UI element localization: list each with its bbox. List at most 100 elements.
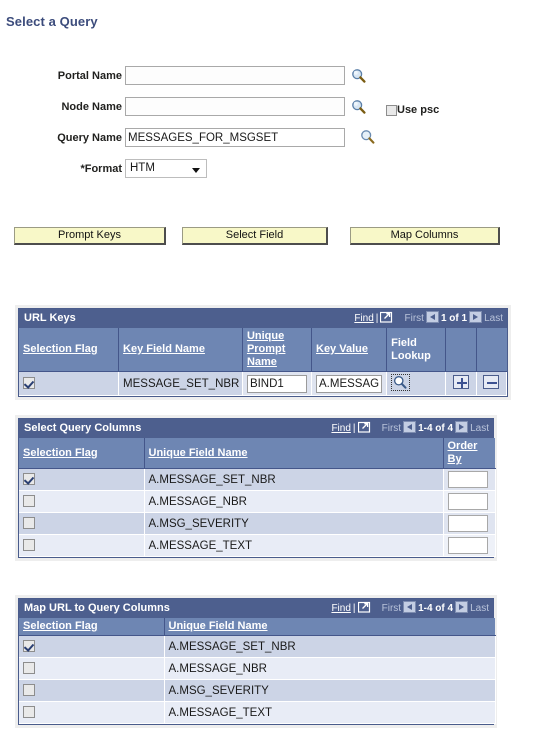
map-url-row2-selection-checkbox[interactable] (23, 684, 35, 697)
url-keys-next-arrow-icon[interactable] (469, 311, 483, 323)
sqc-col-selection-flag[interactable]: Selection Flag (19, 438, 145, 469)
table-row: MESSAGE_SET_NBR (19, 371, 508, 396)
map-url-grid-nav: Find | First 1-4 of 4 Last (331, 601, 489, 616)
sqc-row0-order-by-input[interactable] (447, 471, 488, 488)
map-url-row0-selection-cell (19, 635, 165, 658)
url-keys-nav-separator: | (375, 313, 379, 324)
map-url-row3-selection-checkbox[interactable] (23, 706, 35, 719)
select-query-columns-body: A.MESSAGE_SET_NBR A.MESSAGE_NBR A.MSG_SEVE… (19, 468, 496, 557)
node-name-row: Node Name (0, 97, 538, 128)
portal-name-lookup-magnifier-icon[interactable] (351, 68, 366, 83)
url-keys-grid-nav: Find | First 1 of 1 Last (354, 311, 503, 326)
node-name-input[interactable] (125, 97, 345, 116)
sqc-row1-selection-checkbox[interactable] (23, 495, 35, 508)
map-url-prev-arrow-icon[interactable] (403, 601, 417, 613)
map-url-row1-selection-cell (19, 657, 165, 680)
map-url-table: Selection Flag Unique Field Name A.MESSA… (19, 618, 496, 724)
table-row: A.MESSAGE_TEXT (19, 534, 496, 557)
node-name-label: Node Name (61, 101, 122, 113)
select-query-columns-find-link[interactable]: Find (331, 423, 350, 434)
sqc-row2-order-by-input[interactable] (447, 515, 488, 532)
map-url-row3-unique-field-name: A.MESSAGE_TEXT (164, 701, 496, 724)
sqc-row2-selection-checkbox[interactable] (23, 517, 35, 530)
map-url-range: 1-4 of 4 (418, 603, 454, 614)
select-query-columns-grid-title: Select Query Columns (24, 422, 142, 434)
sqc-row3-order-by-input[interactable] (447, 537, 488, 554)
select-query-columns-first-label[interactable]: First (382, 423, 401, 434)
url-keys-col-key-value[interactable]: Key Value (311, 328, 388, 372)
url-keys-row0-selection-checkbox[interactable] (23, 377, 35, 390)
sqc-row3-order-by-cell (443, 534, 496, 557)
map-url-grid-title: Map URL to Query Columns (24, 602, 170, 614)
format-select[interactable]: HTM (125, 159, 207, 178)
sqc-row0-order-by-cell (443, 468, 496, 491)
select-query-columns-prev-arrow-icon[interactable] (403, 421, 417, 433)
url-keys-grid-title: URL Keys (24, 312, 76, 324)
map-url-expand-icon[interactable] (357, 601, 371, 613)
url-keys-col-field-lookup: Field Lookup (386, 328, 447, 372)
url-keys-first-label[interactable]: First (405, 313, 424, 324)
url-keys-row0-field-lookup-focus[interactable] (391, 374, 411, 391)
url-keys-row0-key-field-name: MESSAGE_SET_NBR (118, 371, 243, 396)
select-query-columns-nav-separator: | (352, 423, 356, 434)
sqc-row3-selection-checkbox[interactable] (23, 539, 35, 552)
url-keys-header-row: Selection Flag Key Field Name Unique Pro… (19, 328, 507, 372)
url-keys-last-label[interactable]: Last (484, 313, 503, 324)
url-keys-table: Selection Flag Key Field Name Unique Pro… (19, 328, 508, 396)
map-columns-button[interactable]: Map Columns (350, 227, 500, 245)
portal-name-row: Portal Name (0, 66, 538, 97)
sqc-row1-order-by-input[interactable] (447, 493, 488, 510)
map-url-last-label[interactable]: Last (470, 603, 489, 614)
sqc-row1-unique-field-name: A.MESSAGE_NBR (144, 490, 444, 513)
map-url-row2-unique-field-name: A.MSG_SEVERITY (164, 679, 496, 702)
select-query-columns-last-label[interactable]: Last (470, 423, 489, 434)
map-url-next-arrow-icon[interactable] (455, 601, 469, 613)
format-label-wrap: *Format (0, 159, 122, 181)
node-name-lookup-magnifier-icon[interactable] (351, 99, 366, 114)
url-keys-row0-field-lookup-magnifier-icon[interactable] (393, 375, 408, 390)
url-keys-col-delete (476, 328, 507, 372)
url-keys-col-unique-prompt-name[interactable]: Unique Prompt Name (242, 328, 313, 372)
query-name-lookup-magnifier-icon[interactable] (360, 129, 375, 144)
select-query-columns-table: Selection Flag Unique Field Name Order B… (19, 438, 496, 557)
table-row: A.MESSAGE_NBR (19, 657, 496, 680)
url-keys-col-selection-flag[interactable]: Selection Flag (19, 328, 120, 372)
select-field-button[interactable]: Select Field (182, 227, 328, 245)
portal-name-input[interactable] (125, 66, 345, 85)
select-query-columns-expand-icon[interactable] (357, 421, 371, 433)
query-name-input[interactable] (125, 128, 345, 147)
map-url-first-label[interactable]: First (382, 603, 401, 614)
prompt-keys-button[interactable]: Prompt Keys (14, 227, 166, 245)
sqc-row0-selection-checkbox[interactable] (23, 473, 35, 486)
map-url-row0-selection-checkbox[interactable] (23, 640, 35, 653)
map-url-find-link[interactable]: Find (331, 603, 350, 614)
query-name-row: Query Name (0, 128, 538, 159)
url-keys-row0-plus-icon[interactable] (452, 375, 469, 389)
sqc-col-order-by[interactable]: Order By (443, 438, 495, 469)
sqc-col-unique-field-name[interactable]: Unique Field Name (144, 438, 444, 469)
url-keys-row0-field-lookup-cell (386, 371, 447, 396)
node-name-label-wrap: Node Name (0, 97, 122, 119)
map-url-row1-unique-field-name: A.MESSAGE_NBR (164, 657, 496, 680)
url-keys-row0-minus-icon[interactable] (483, 375, 500, 389)
url-keys-row0-unique-prompt-input[interactable] (246, 374, 307, 393)
map-url-col-selection-flag[interactable]: Selection Flag (19, 618, 165, 636)
format-label: *Format (80, 163, 122, 175)
map-url-grid-header: Map URL to Query Columns Find | First 1-4 … (19, 599, 493, 618)
map-url-row0-unique-field-name: A.MESSAGE_SET_NBR (164, 635, 496, 658)
url-keys-row0-key-value-input[interactable] (316, 374, 383, 393)
query-name-label: Query Name (57, 132, 122, 144)
url-keys-find-link[interactable]: Find (354, 313, 373, 324)
use-psc-checkbox-group[interactable]: Use psc (386, 104, 439, 116)
url-keys-prev-arrow-icon[interactable] (425, 311, 439, 323)
url-keys-expand-icon[interactable] (380, 311, 393, 323)
select-query-columns-range: 1-4 of 4 (418, 423, 454, 434)
select-query-columns-next-arrow-icon[interactable] (455, 421, 469, 433)
map-url-col-unique-field-name[interactable]: Unique Field Name (164, 618, 495, 636)
url-keys-grid-header: URL Keys Find | First 1 of 1 Last (19, 309, 507, 328)
map-url-row1-selection-checkbox[interactable] (23, 662, 35, 675)
use-psc-checkbox[interactable] (386, 104, 397, 116)
chevron-down-icon (192, 168, 200, 173)
url-keys-col-key-field-name[interactable]: Key Field Name (118, 328, 243, 372)
query-name-label-wrap: Query Name (0, 128, 122, 150)
